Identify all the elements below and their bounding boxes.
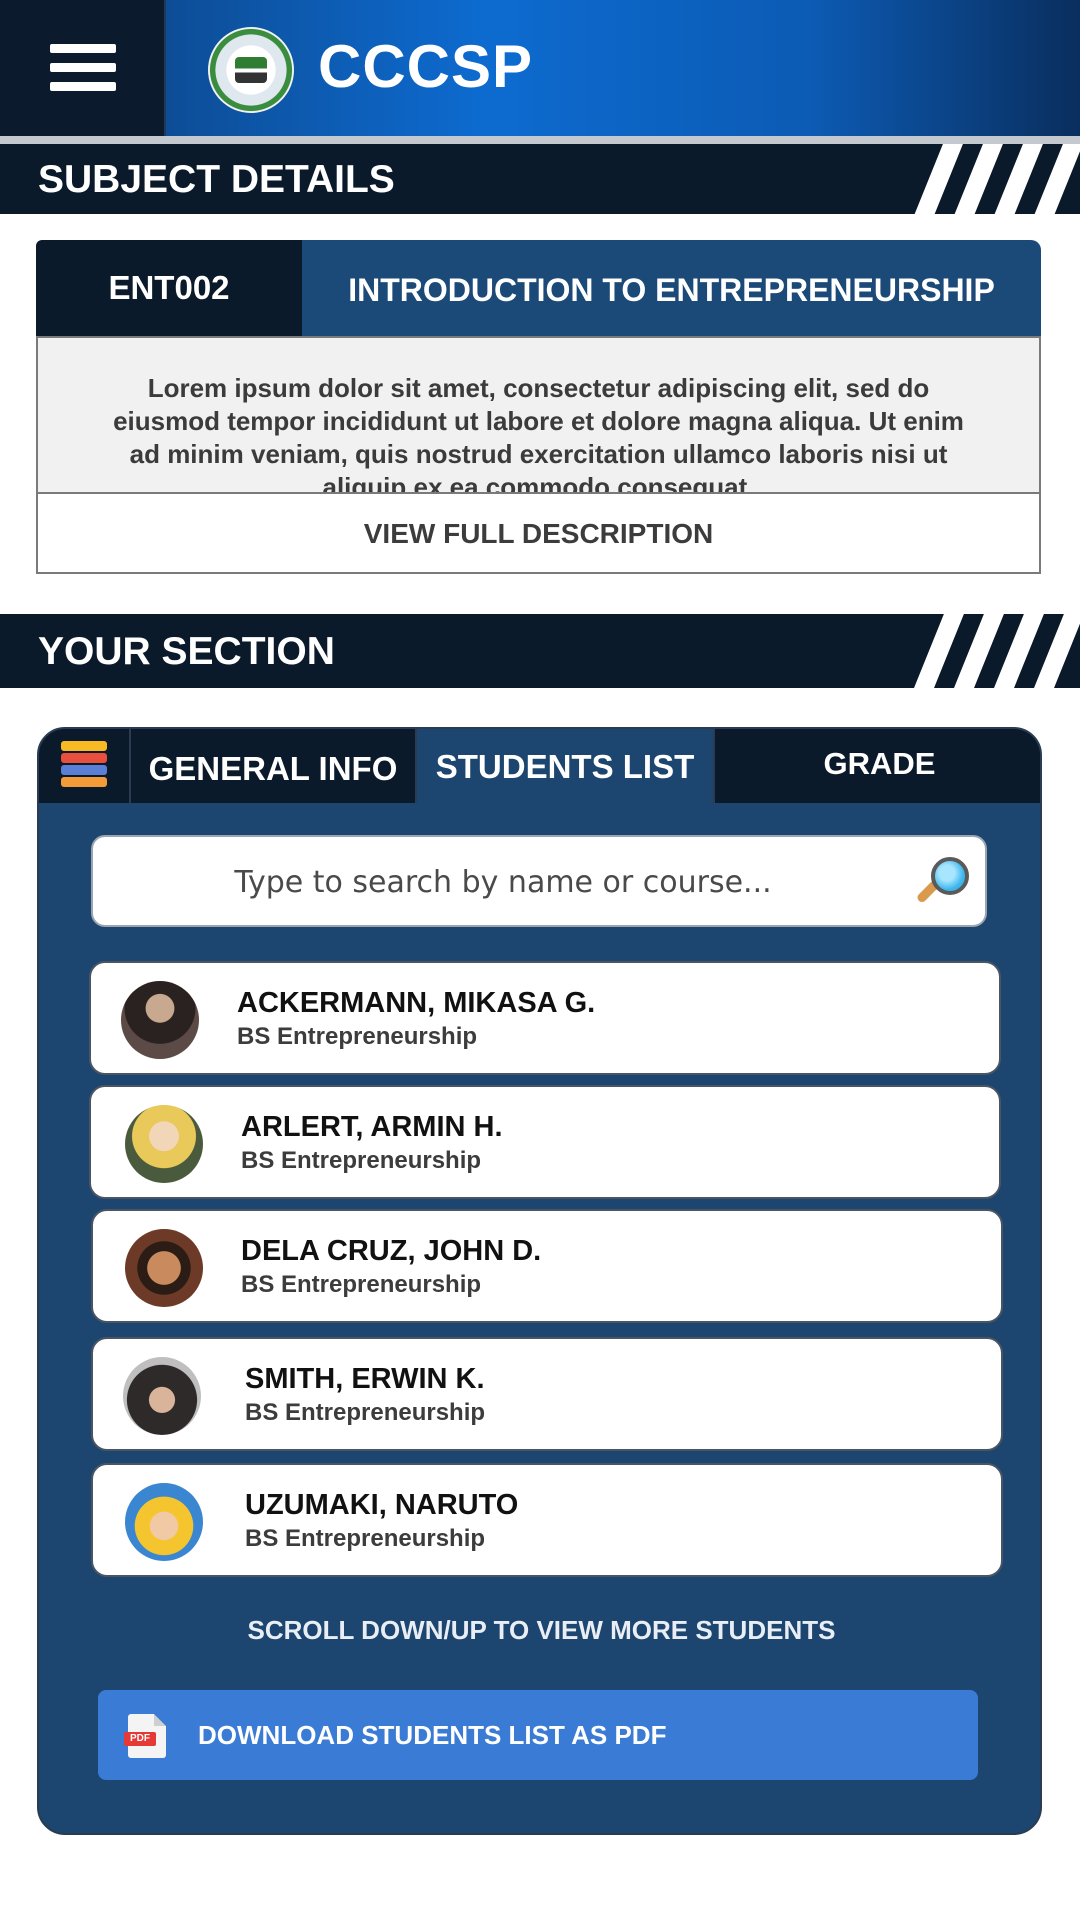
pdf-icon-label: PDF bbox=[124, 1732, 156, 1746]
menu-icon bbox=[50, 44, 116, 92]
avatar bbox=[125, 1105, 203, 1183]
avatar bbox=[125, 1229, 203, 1307]
student-row[interactable]: UZUMAKI, NARUTO BS Entrepreneurship bbox=[91, 1463, 1003, 1577]
stripes-decoration bbox=[910, 144, 1080, 214]
download-pdf-label: DOWNLOAD STUDENTS LIST AS PDF bbox=[198, 1720, 667, 1750]
subject-description-text: Lorem ipsum dolor sit amet, consectetur … bbox=[113, 373, 964, 494]
subject-card: ENT002 INTRODUCTION TO ENTREPRENEURSHIP … bbox=[36, 240, 1041, 574]
avatar bbox=[125, 1483, 203, 1561]
avatar bbox=[121, 981, 199, 1059]
your-section-title: YOUR SECTION bbox=[38, 630, 335, 673]
student-name: SMITH, ERWIN K. bbox=[245, 1363, 485, 1395]
student-course: BS Entrepreneurship bbox=[241, 1147, 482, 1174]
your-section-bar: YOUR SECTION bbox=[0, 614, 1080, 688]
tab-general-info[interactable]: GENERAL INFO bbox=[131, 729, 417, 803]
student-name: ARLERT, ARMIN H. bbox=[241, 1111, 503, 1143]
view-full-description-button[interactable]: VIEW FULL DESCRIPTION bbox=[36, 492, 1041, 574]
section-panel: GENERAL INFO STUDENTS LIST GRADE ACKERMA… bbox=[37, 727, 1042, 1835]
download-pdf-button[interactable]: PDF DOWNLOAD STUDENTS LIST AS PDF bbox=[98, 1690, 978, 1780]
search-input[interactable] bbox=[113, 851, 893, 913]
student-name: DELA CRUZ, JOHN D. bbox=[241, 1235, 542, 1267]
student-row[interactable]: DELA CRUZ, JOHN D. BS Entrepreneurship bbox=[91, 1209, 1003, 1323]
student-course: BS Entrepreneurship bbox=[237, 1023, 478, 1050]
tab-books bbox=[39, 729, 131, 803]
search-icon[interactable] bbox=[911, 855, 973, 913]
stripes-decoration bbox=[910, 614, 1080, 688]
subject-code: ENT002 bbox=[36, 240, 302, 336]
subject-description: Lorem ipsum dolor sit amet, consectetur … bbox=[36, 336, 1041, 494]
student-row[interactable]: ACKERMANN, MIKASA G. BS Entrepreneurship bbox=[89, 961, 1001, 1075]
college-logo bbox=[208, 27, 294, 113]
subject-details-bar: SUBJECT DETAILS bbox=[0, 144, 1080, 214]
student-course: BS Entrepreneurship bbox=[245, 1525, 486, 1552]
app-title: CCCSP bbox=[318, 33, 534, 100]
app-header: CCCSP bbox=[0, 0, 1080, 136]
books-icon bbox=[61, 741, 107, 791]
student-name: ACKERMANN, MIKASA G. bbox=[237, 987, 596, 1019]
student-course: BS Entrepreneurship bbox=[245, 1399, 486, 1426]
student-row[interactable]: ARLERT, ARMIN H. BS Entrepreneurship bbox=[89, 1085, 1001, 1199]
subject-details-title: SUBJECT DETAILS bbox=[38, 158, 395, 201]
student-name: UZUMAKI, NARUTO bbox=[245, 1489, 519, 1521]
menu-button[interactable] bbox=[0, 0, 166, 136]
header-divider bbox=[0, 136, 1080, 144]
student-course: BS Entrepreneurship bbox=[241, 1271, 482, 1298]
subject-name: INTRODUCTION TO ENTREPRENEURSHIP bbox=[302, 240, 1041, 336]
tab-grade[interactable]: GRADE bbox=[713, 729, 1040, 803]
section-tabs: GENERAL INFO STUDENTS LIST GRADE bbox=[39, 729, 1040, 803]
scroll-hint: SCROLL DOWN/UP TO VIEW MORE STUDENTS bbox=[247, 1615, 836, 1645]
tab-students-list[interactable]: STUDENTS LIST bbox=[417, 729, 713, 803]
student-row[interactable]: SMITH, ERWIN K. BS Entrepreneurship bbox=[91, 1337, 1003, 1451]
search-box bbox=[91, 835, 987, 927]
avatar bbox=[123, 1357, 201, 1435]
pdf-icon: PDF bbox=[124, 1714, 166, 1758]
